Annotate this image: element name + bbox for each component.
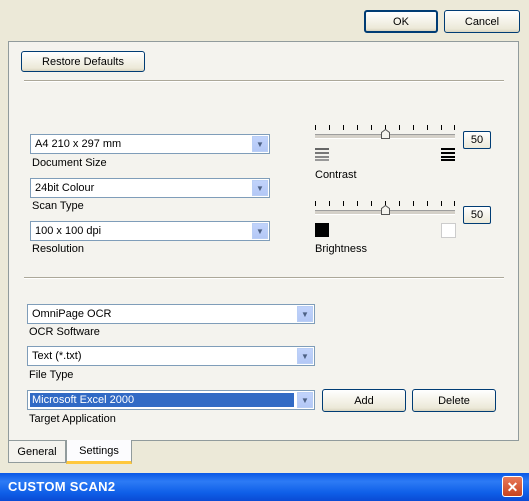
add-button[interactable]: Add	[322, 389, 406, 412]
chevron-down-icon: ▼	[252, 136, 268, 152]
settings-tab-panel	[8, 41, 519, 441]
scan-type-select[interactable]: 24bit Colour ▼	[30, 178, 270, 198]
chevron-down-icon: ▼	[252, 180, 268, 196]
delete-button[interactable]: Delete	[412, 389, 496, 412]
brightness-label: Brightness	[315, 243, 367, 255]
tab-settings[interactable]: Settings	[66, 440, 132, 464]
custom-scan-dialog: OK Cancel Restore Defaults A4 210 x 297 …	[0, 0, 529, 501]
chevron-down-icon: ▼	[252, 223, 268, 239]
target-application-label: Target Application	[29, 413, 116, 425]
document-size-value: A4 210 x 297 mm	[35, 138, 122, 150]
document-size-select[interactable]: A4 210 x 297 mm ▼	[30, 134, 270, 154]
chevron-down-icon: ▼	[297, 306, 313, 322]
restore-defaults-button[interactable]: Restore Defaults	[21, 51, 145, 72]
close-button[interactable]: ✕	[502, 476, 523, 497]
contrast-value-button[interactable]: 50	[463, 131, 491, 149]
title-bar: CUSTOM SCAN2 ✕	[0, 473, 529, 501]
brightness-value-button[interactable]: 50	[463, 206, 491, 224]
close-icon: ✕	[506, 479, 519, 495]
ocr-software-value: OmniPage OCR	[32, 308, 112, 320]
ok-button[interactable]: OK	[364, 10, 438, 33]
scan-type-label: Scan Type	[32, 200, 84, 212]
contrast-label: Contrast	[315, 169, 357, 181]
target-application-value: Microsoft Excel 2000	[30, 393, 294, 407]
brightness-light-icon	[441, 223, 456, 238]
ocr-software-select[interactable]: OmniPage OCR ▼	[27, 304, 315, 324]
section-divider-middle	[24, 277, 504, 279]
chevron-down-icon: ▼	[297, 348, 313, 364]
section-divider-top	[24, 80, 504, 82]
resolution-select[interactable]: 100 x 100 dpi ▼	[30, 221, 270, 241]
file-type-value: Text (*.txt)	[32, 350, 82, 362]
tab-general[interactable]: General	[8, 441, 66, 463]
contrast-low-icon	[315, 148, 329, 161]
file-type-select[interactable]: Text (*.txt) ▼	[27, 346, 315, 366]
scan-type-value: 24bit Colour	[35, 182, 95, 194]
brightness-dark-icon	[315, 223, 329, 237]
brightness-slider-thumb[interactable]	[381, 205, 390, 215]
window-title: CUSTOM SCAN2	[8, 479, 116, 494]
chevron-down-icon: ▼	[297, 392, 313, 408]
document-size-label: Document Size	[32, 157, 107, 169]
cancel-button[interactable]: Cancel	[444, 10, 520, 33]
resolution-value: 100 x 100 dpi	[35, 225, 102, 237]
ocr-software-label: OCR Software	[29, 326, 100, 338]
target-application-select[interactable]: Microsoft Excel 2000 ▼	[27, 390, 315, 410]
contrast-slider-thumb[interactable]	[381, 129, 390, 139]
contrast-high-icon	[441, 148, 455, 161]
resolution-label: Resolution	[32, 243, 84, 255]
file-type-label: File Type	[29, 369, 74, 381]
